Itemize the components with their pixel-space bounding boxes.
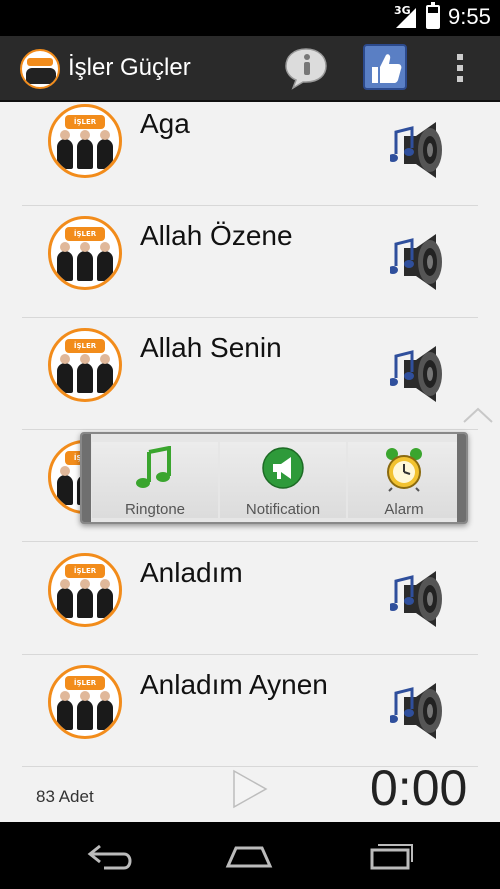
- music-note-icon: [136, 446, 171, 488]
- sound-count: 83 Adet: [36, 787, 94, 806]
- status-time: 9:55: [448, 4, 491, 29]
- avatar: İŞLER GÜÇLER: [48, 553, 122, 627]
- back-icon[interactable]: [86, 842, 136, 870]
- overflow-menu-icon[interactable]: [450, 50, 470, 90]
- list-item-title: Allah Senin: [140, 332, 282, 363]
- scroll-up-icon[interactable]: [462, 406, 494, 424]
- player-bar: 83 Adet 0:00: [0, 760, 500, 822]
- avatar: İŞLER GÜÇLER: [48, 216, 122, 290]
- speaker-icon[interactable]: [390, 681, 452, 741]
- speaker-icon[interactable]: [390, 569, 452, 629]
- set-as-popup: Ringtone Notification Alarm: [80, 432, 468, 524]
- notification-option[interactable]: Notification: [220, 442, 346, 518]
- play-icon[interactable]: [230, 769, 270, 809]
- status-bar: 3G 9:55: [0, 0, 500, 36]
- list-item-title: Anladım: [140, 557, 243, 588]
- recent-apps-icon[interactable]: [364, 842, 414, 870]
- like-icon[interactable]: [362, 43, 408, 91]
- list-item-title: Allah Özene: [140, 220, 293, 251]
- avatar: İŞLER GÜÇLER: [48, 328, 122, 402]
- alarm-label: Alarm: [384, 501, 424, 518]
- alarm-clock-icon: [386, 448, 422, 492]
- battery-icon: [426, 2, 440, 29]
- info-icon[interactable]: [283, 45, 329, 91]
- speaker-icon[interactable]: [390, 120, 452, 180]
- list-item[interactable]: İŞLER GÜÇLER Allah Özene: [22, 206, 478, 318]
- ringtone-option[interactable]: Ringtone: [92, 442, 218, 518]
- speaker-icon[interactable]: [390, 344, 452, 404]
- megaphone-icon: [262, 447, 304, 489]
- list-item[interactable]: İŞLER GÜÇLER Aga: [22, 102, 478, 206]
- list-item[interactable]: İŞLER GÜÇLER Allah Senin: [22, 318, 478, 430]
- avatar: İŞLER GÜÇLER: [48, 104, 122, 178]
- list-item-title: Aga: [140, 108, 190, 139]
- navigation-bar: [0, 822, 500, 889]
- battery-level: [428, 13, 438, 27]
- avatar: İŞLER GÜÇLER: [48, 665, 122, 739]
- alarm-option[interactable]: Alarm: [348, 442, 460, 518]
- signal-icon: [396, 8, 416, 28]
- list-item[interactable]: İŞLER GÜÇLER Anladım Aynen: [22, 655, 478, 767]
- app-title: İşler Güçler: [68, 54, 191, 81]
- list-item-title: Anladım Aynen: [140, 669, 328, 700]
- playback-timer: 0:00: [370, 760, 468, 816]
- action-bar: İşler Güçler: [0, 36, 500, 102]
- list-item[interactable]: İŞLER GÜÇLER Anladım: [22, 543, 478, 655]
- home-icon[interactable]: [224, 842, 274, 870]
- ringtone-label: Ringtone: [124, 501, 186, 518]
- speaker-icon[interactable]: [390, 232, 452, 292]
- app-logo-icon[interactable]: [20, 49, 60, 89]
- notification-label: Notification: [245, 501, 321, 518]
